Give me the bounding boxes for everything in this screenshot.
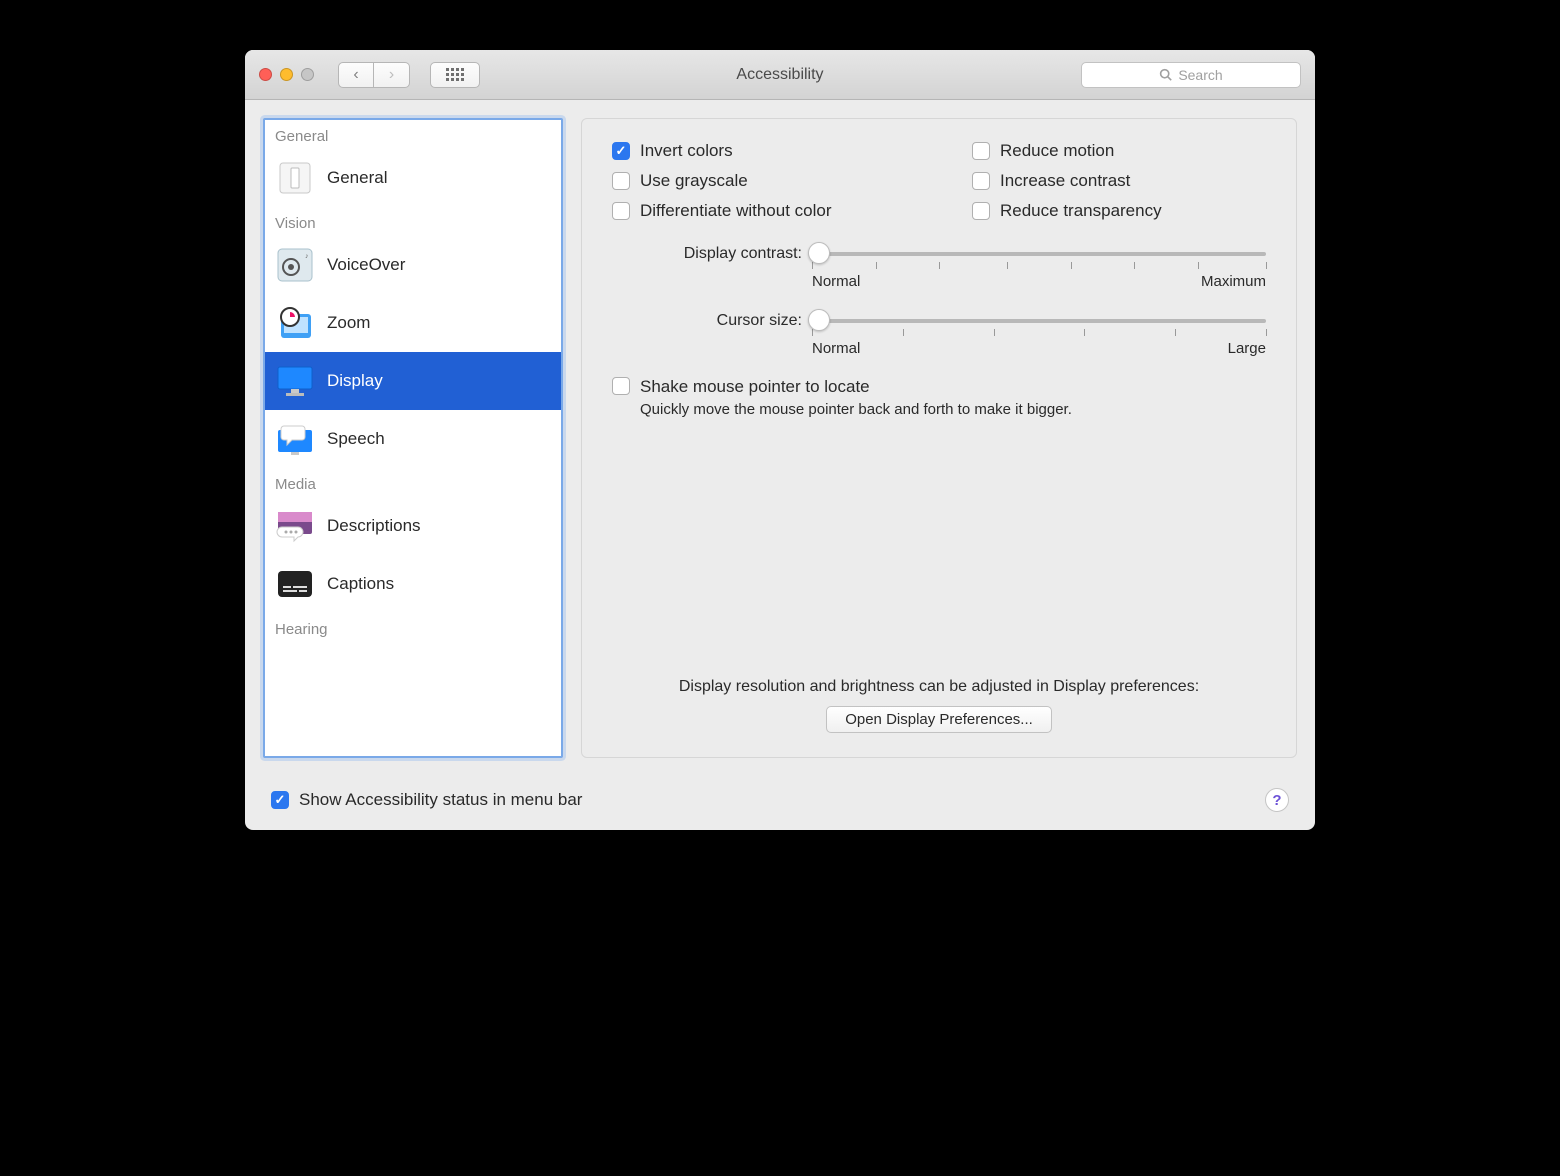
checkbox-icon <box>612 142 630 160</box>
zoom-icon <box>275 304 315 342</box>
sidebar-item-voiceover[interactable]: ♪ VoiceOver <box>265 236 561 294</box>
window-body: General General Vision ♪ VoiceOver Zoom <box>245 100 1315 776</box>
general-icon <box>275 159 315 197</box>
checkbox-use-grayscale[interactable]: Use grayscale <box>612 171 972 191</box>
checkbox-label: Use grayscale <box>640 171 748 191</box>
checkbox-icon <box>612 202 630 220</box>
sidebar-item-label: Descriptions <box>327 516 421 536</box>
slider-thumb[interactable] <box>808 242 830 264</box>
back-button[interactable]: ‹ <box>338 62 374 88</box>
close-button[interactable] <box>259 68 272 81</box>
checkbox-icon <box>612 172 630 190</box>
search-icon <box>1159 68 1172 81</box>
options-grid: Invert colors Reduce motion Use grayscal… <box>612 141 1266 221</box>
sidebar-item-display[interactable]: Display <box>265 352 561 410</box>
checkbox-icon <box>972 202 990 220</box>
slider-max-label: Maximum <box>1201 273 1266 290</box>
search-input[interactable]: Search <box>1081 62 1301 88</box>
sidebar-item-label: VoiceOver <box>327 255 405 275</box>
display-contrast-slider[interactable] <box>812 243 1266 263</box>
checkbox-label: Increase contrast <box>1000 171 1130 191</box>
checkbox-label: Reduce motion <box>1000 141 1114 161</box>
help-icon: ? <box>1272 792 1281 809</box>
slider-min-label: Normal <box>812 340 860 357</box>
checkbox-icon <box>972 172 990 190</box>
section-label-hearing: Hearing <box>265 613 561 642</box>
sidebar-item-general[interactable]: General <box>265 149 561 207</box>
slider-label: Cursor size: <box>612 310 812 330</box>
sidebar-item-label: Zoom <box>327 313 370 333</box>
sidebar-item-descriptions[interactable]: Descriptions <box>265 497 561 555</box>
descriptions-icon <box>275 507 315 545</box>
titlebar: ‹ › Accessibility Search <box>245 50 1315 100</box>
display-contrast-row: Display contrast: <box>612 243 1266 290</box>
chevron-right-icon: › <box>389 66 394 84</box>
shake-label: Shake mouse pointer to locate <box>640 377 1072 397</box>
svg-text:♪: ♪ <box>305 253 309 260</box>
checkbox-label: Show Accessibility status in menu bar <box>299 790 582 810</box>
checkbox-icon <box>271 791 289 809</box>
bottom-note: Display resolution and brightness can be… <box>582 678 1296 733</box>
window-controls <box>259 68 314 81</box>
sidebar-item-zoom[interactable]: Zoom <box>265 294 561 352</box>
checkbox-reduce-motion[interactable]: Reduce motion <box>972 141 1266 161</box>
window-footer: Show Accessibility status in menu bar ? <box>245 776 1315 830</box>
sidebar-item-captions[interactable]: Captions <box>265 555 561 613</box>
voiceover-icon: ♪ <box>275 246 315 284</box>
slider-label: Display contrast: <box>612 243 812 263</box>
search-placeholder: Search <box>1178 67 1222 83</box>
section-label-media: Media <box>265 468 561 497</box>
slider-min-label: Normal <box>812 273 860 290</box>
minimize-button[interactable] <box>280 68 293 81</box>
display-icon <box>275 362 315 400</box>
sidebar-item-label: General <box>327 168 387 188</box>
sidebar-item-label: Speech <box>327 429 385 449</box>
sidebar-item-label: Captions <box>327 574 394 594</box>
checkbox-invert-colors[interactable]: Invert colors <box>612 141 972 161</box>
slider-thumb[interactable] <box>808 309 830 331</box>
checkbox-label: Reduce transparency <box>1000 201 1162 221</box>
checkbox-differentiate[interactable]: Differentiate without color <box>612 201 972 221</box>
cursor-size-slider[interactable] <box>812 310 1266 330</box>
section-label-general: General <box>265 120 561 149</box>
checkbox-show-status[interactable]: Show Accessibility status in menu bar <box>271 790 582 810</box>
grid-icon <box>446 68 464 81</box>
slider-legend: Normal Maximum <box>812 273 1266 290</box>
section-label-vision: Vision <box>265 207 561 236</box>
nav-buttons: ‹ › <box>338 62 410 88</box>
checkbox-increase-contrast[interactable]: Increase contrast <box>972 171 1266 191</box>
checkbox-label: Invert colors <box>640 141 733 161</box>
open-display-preferences-button[interactable]: Open Display Preferences... <box>826 706 1052 733</box>
shake-description: Quickly move the mouse pointer back and … <box>640 401 1072 418</box>
slider-max-label: Large <box>1228 340 1266 357</box>
checkbox-icon <box>972 142 990 160</box>
chevron-left-icon: ‹ <box>353 66 358 84</box>
sidebar[interactable]: General General Vision ♪ VoiceOver Zoom <box>263 118 563 758</box>
show-all-button[interactable] <box>430 62 480 88</box>
sidebar-item-speech[interactable]: Speech <box>265 410 561 468</box>
cursor-size-row: Cursor size: Normal Large <box>612 310 1266 357</box>
speech-icon <box>275 420 315 458</box>
slider-legend: Normal Large <box>812 340 1266 357</box>
zoom-button[interactable] <box>301 68 314 81</box>
shake-pointer-row: Shake mouse pointer to locate Quickly mo… <box>612 377 1266 418</box>
help-button[interactable]: ? <box>1265 788 1289 812</box>
note-text: Display resolution and brightness can be… <box>582 678 1296 696</box>
checkbox-reduce-transparency[interactable]: Reduce transparency <box>972 201 1266 221</box>
captions-icon <box>275 565 315 603</box>
accessibility-window: ‹ › Accessibility Search General <box>245 50 1315 830</box>
content-pane: Invert colors Reduce motion Use grayscal… <box>581 118 1297 758</box>
checkbox-label: Differentiate without color <box>640 201 832 221</box>
forward-button[interactable]: › <box>374 62 410 88</box>
checkbox-shake-pointer[interactable] <box>612 377 630 395</box>
sidebar-item-label: Display <box>327 371 383 391</box>
